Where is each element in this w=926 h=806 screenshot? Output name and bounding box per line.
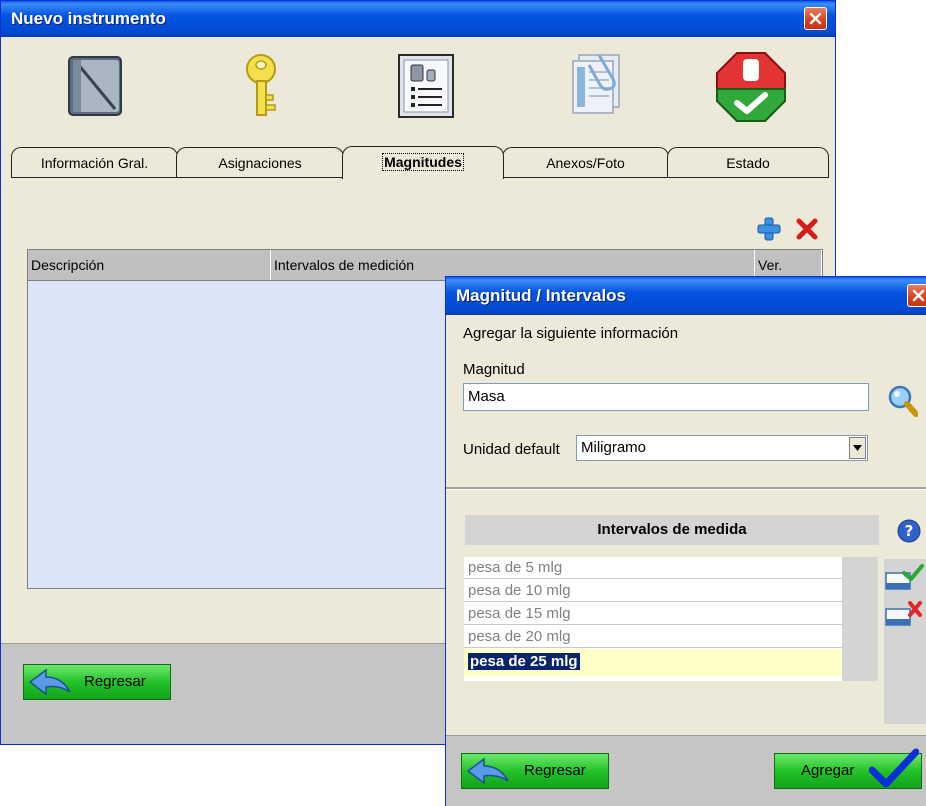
dialog-back-button[interactable]: Regresar (461, 753, 609, 789)
add-button[interactable]: Agregar (774, 748, 922, 789)
delete-x-icon[interactable] (795, 217, 819, 241)
list-item[interactable]: pesa de 20 mlg (464, 626, 842, 648)
list-item[interactable]: pesa de 5 mlg (464, 557, 842, 579)
magnitude-input[interactable]: Masa (463, 383, 869, 411)
main-back-button[interactable]: Regresar (23, 664, 171, 700)
paperclip-documents-icon[interactable] (559, 51, 629, 121)
main-back-label: Regresar (84, 673, 146, 690)
checkmark-icon (869, 748, 919, 788)
book-icon[interactable] (61, 51, 131, 121)
close-icon[interactable] (804, 7, 827, 30)
dialog-title: Magnitud / Intervalos (456, 286, 627, 305)
back-arrow-icon (28, 668, 71, 696)
dialog-back-label: Regresar (524, 762, 586, 779)
chevron-down-icon[interactable] (849, 437, 866, 459)
intervals-list[interactable]: pesa de 5 mlg pesa de 10 mlg pesa de 15 … (464, 557, 878, 681)
search-magnifier-icon[interactable] (888, 385, 919, 417)
add-plus-icon[interactable] (757, 217, 781, 241)
dialog-instruction: Agregar la siguiente información (463, 325, 679, 342)
main-window-title: Nuevo instrumento (11, 9, 166, 28)
stop-check-icon[interactable] (713, 51, 786, 122)
remove-interval-icon[interactable] (884, 597, 926, 629)
unit-select[interactable]: Miligramo (576, 435, 868, 461)
list-item-selected[interactable]: pesa de 25 mlg (464, 649, 842, 676)
column-header-descripcion[interactable]: Descripción (28, 250, 271, 280)
list-item[interactable]: pesa de 10 mlg (464, 580, 842, 602)
intervals-scroll-area[interactable] (842, 557, 878, 681)
scale-weights-icon[interactable] (391, 51, 461, 121)
tab-informacion-gral[interactable]: Información Gral. (11, 147, 178, 177)
tab-anexos-foto[interactable]: Anexos/Foto (502, 147, 669, 177)
svg-text:?: ? (905, 522, 914, 540)
accept-interval-icon[interactable] (884, 561, 926, 593)
tab-asignaciones[interactable]: Asignaciones (176, 147, 344, 177)
key-icon[interactable] (227, 51, 297, 121)
tab-magnitudes[interactable]: Magnitudes (342, 146, 504, 179)
dialog-footer: Regresar Agregar (446, 735, 926, 806)
tabstrip: Información Gral. Asignaciones Magnitude… (11, 146, 829, 179)
dialog-title-bar: Magnitud / Intervalos (446, 277, 926, 315)
list-item[interactable]: pesa de 15 mlg (464, 603, 842, 625)
help-icon[interactable]: ? (897, 519, 921, 543)
add-button-label: Agregar (801, 762, 855, 779)
dialog-close-icon[interactable] (907, 284, 926, 307)
dialog-separator (446, 487, 926, 490)
main-title-bar: Nuevo instrumento (1, 1, 835, 37)
unit-label: Unidad default (463, 441, 560, 458)
toolbar (1, 37, 835, 145)
magnitude-label: Magnitud (463, 361, 525, 378)
intervals-header: Intervalos de medida (465, 515, 879, 545)
tab-estado[interactable]: Estado (667, 147, 829, 177)
magnitude-dialog: Magnitud / Intervalos Agregar la siguien… (445, 276, 926, 806)
back-arrow-icon (466, 757, 509, 785)
